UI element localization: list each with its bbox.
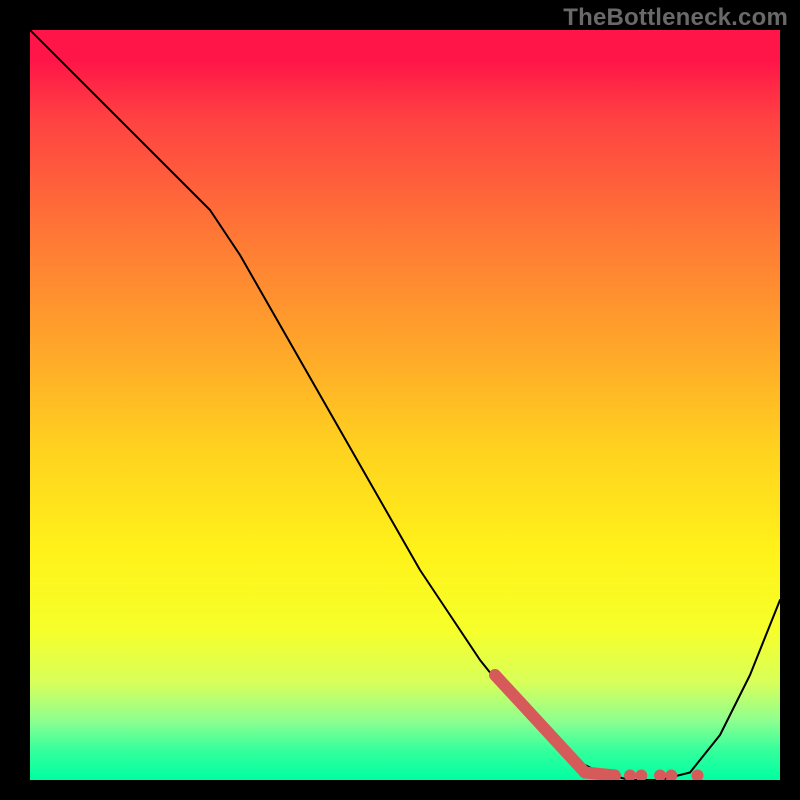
highlight-dot — [624, 770, 636, 781]
chart-frame: TheBottleneck.com — [0, 0, 800, 800]
bottleneck-curve — [30, 30, 780, 780]
plot-overlay — [30, 30, 780, 780]
highlight-segment — [585, 773, 615, 776]
highlight-group — [495, 675, 704, 780]
watermark-text: TheBottleneck.com — [563, 4, 788, 32]
highlight-dot — [665, 770, 677, 781]
highlight-segment — [495, 675, 585, 773]
plot-area — [30, 30, 780, 780]
highlight-dot — [635, 770, 647, 781]
highlight-dot — [654, 770, 666, 781]
highlight-dot — [692, 770, 704, 781]
